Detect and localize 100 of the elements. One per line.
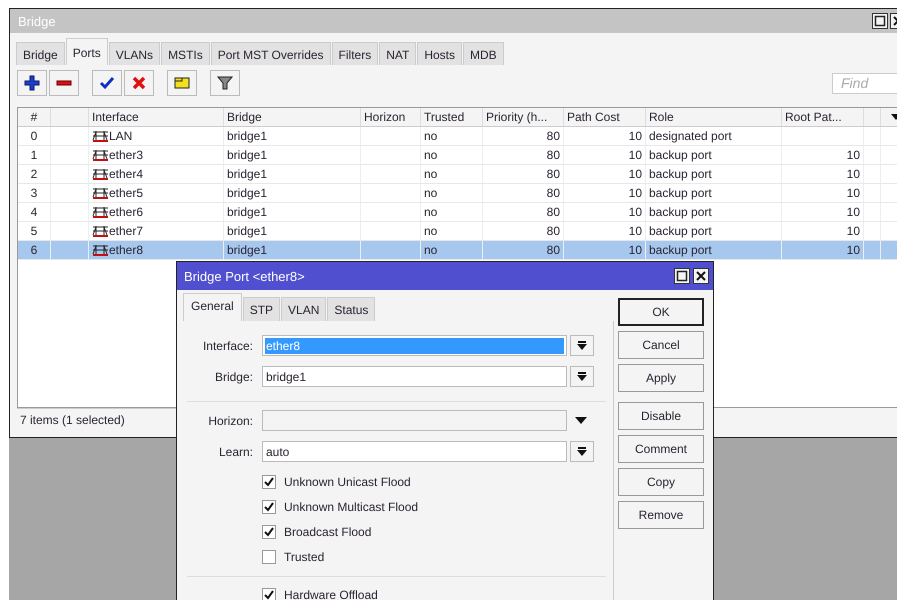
column-header[interactable]: Path Cost [564, 108, 646, 126]
column-header[interactable]: Role [646, 108, 782, 126]
plus-icon [24, 75, 40, 91]
tab[interactable]: Status [327, 297, 376, 321]
dialog-button[interactable]: Remove [618, 501, 704, 529]
dialog-button[interactable]: OK [618, 298, 704, 326]
dialog-button[interactable]: Disable [618, 402, 704, 430]
table-cell: no [421, 241, 483, 259]
table-cell: 10 [564, 241, 646, 259]
table-cell: 80 [483, 184, 564, 202]
window-title: Bridge [18, 14, 57, 28]
table-row[interactable]: 2 ether4 bridge1 no 80 10 backup port 10 [18, 165, 897, 184]
tab[interactable]: STP [242, 297, 280, 321]
tab[interactable]: NAT [379, 42, 416, 65]
disable-button[interactable] [124, 70, 154, 96]
comment-button[interactable] [167, 70, 197, 96]
table-cell: 80 [483, 203, 564, 221]
table-cell: 0 [18, 127, 51, 145]
table-cell: 10 [564, 127, 646, 145]
dropdown-button[interactable] [570, 441, 594, 462]
tab[interactable]: Bridge [16, 42, 65, 65]
field-label: Bridge: [214, 370, 254, 384]
table-cell: backup port [646, 184, 782, 202]
table-cell: no [421, 127, 483, 145]
add-button[interactable] [17, 70, 47, 96]
column-header[interactable]: Horizon [361, 108, 421, 126]
network-bridge-icon [92, 130, 109, 142]
dropdown-button[interactable] [570, 366, 594, 387]
interface-name: ether5 [109, 186, 144, 200]
dropdown-arrow-icon[interactable] [575, 417, 587, 424]
checkbox[interactable] [262, 524, 276, 538]
column-header[interactable]: Bridge [224, 108, 361, 126]
enable-button[interactable] [92, 70, 122, 96]
maximize-icon[interactable] [674, 268, 690, 284]
dialog-button[interactable]: Cancel [618, 331, 704, 359]
table-cell: 10 [564, 203, 646, 221]
interface-name: ether8 [109, 243, 144, 257]
search-field[interactable]: Find [832, 72, 897, 94]
checkbox[interactable] [262, 474, 276, 488]
checkbox-label: Trusted [284, 550, 324, 564]
table-cell: backup port [646, 165, 782, 183]
tab[interactable]: MSTIs [161, 42, 210, 65]
dialog-button[interactable]: Copy [618, 468, 704, 496]
tab[interactable]: Ports [66, 38, 108, 65]
dialog-button[interactable]: Comment [618, 435, 704, 463]
tab[interactable]: MDB [463, 42, 504, 65]
interface-name: LAN [109, 129, 132, 143]
table-cell: 80 [483, 241, 564, 259]
column-header[interactable]: Priority (h... [483, 108, 564, 126]
checkbox[interactable] [262, 500, 276, 514]
table-row[interactable]: 4 ether6 bridge1 no 80 10 backup port 10 [18, 203, 897, 222]
funnel-icon [217, 75, 233, 91]
table-row[interactable]: 3 ether5 bridge1 no 80 10 backup port 10 [18, 184, 897, 203]
table-cell: 4 [18, 203, 51, 221]
filter-button[interactable] [210, 70, 240, 96]
input-field[interactable] [262, 410, 567, 431]
table-cell: 10 [782, 165, 864, 183]
table-row[interactable]: 1 ether3 bridge1 no 80 10 backup port 10 [18, 146, 897, 165]
table-row[interactable]: 0 LAN bridge1 no 80 10 designated port [18, 127, 897, 146]
check-icon [99, 75, 115, 91]
tab[interactable]: VLANs [108, 42, 160, 65]
table-cell: bridge1 [224, 222, 361, 240]
tab[interactable]: VLAN [281, 297, 326, 321]
column-header[interactable]: Trusted [421, 108, 483, 126]
interface-name: ether6 [109, 205, 144, 219]
remove-button[interactable] [49, 70, 79, 96]
tab[interactable]: Hosts [417, 42, 462, 65]
field-label: Learn: [218, 444, 254, 458]
table-cell: 10 [564, 165, 646, 183]
dropdown-button[interactable] [570, 335, 594, 356]
interface-name: ether4 [109, 167, 144, 181]
tab[interactable]: General [183, 293, 242, 321]
network-bridge-icon [92, 149, 109, 161]
table-cell: bridge1 [224, 184, 361, 202]
column-header[interactable]: # [18, 108, 51, 126]
input-field[interactable]: auto [262, 441, 567, 462]
checkbox[interactable] [262, 550, 276, 564]
table-cell: bridge1 [224, 127, 361, 145]
dialog-button[interactable]: Apply [618, 364, 704, 392]
table-cell: 2 [18, 165, 51, 183]
checkbox-label: Broadcast Flood [284, 524, 372, 538]
table-cell: 10 [782, 222, 864, 240]
dropdown-arrow-icon [577, 340, 587, 350]
table-cell: 10 [564, 184, 646, 202]
table-cell: designated port [646, 127, 782, 145]
table-cell: 5 [18, 222, 51, 240]
close-icon[interactable] [693, 268, 709, 284]
column-header[interactable]: Root Pat... [782, 108, 864, 126]
checkbox[interactable] [262, 588, 276, 600]
network-bridge-icon [92, 244, 109, 256]
tab[interactable]: Port MST Overrides [210, 42, 331, 65]
checkbox-label: Unknown Unicast Flood [284, 474, 411, 488]
table-row[interactable]: 6 ether8 bridge1 no 80 10 backup port 10 [18, 241, 897, 260]
tab[interactable]: Filters [332, 42, 378, 65]
dropdown-arrow-icon [577, 446, 587, 456]
table-cell: no [421, 165, 483, 183]
input-field[interactable]: bridge1 [262, 366, 567, 387]
field-label: Interface: [202, 338, 254, 352]
maximize-icon[interactable] [872, 13, 888, 29]
column-header[interactable]: Interface [89, 108, 224, 126]
